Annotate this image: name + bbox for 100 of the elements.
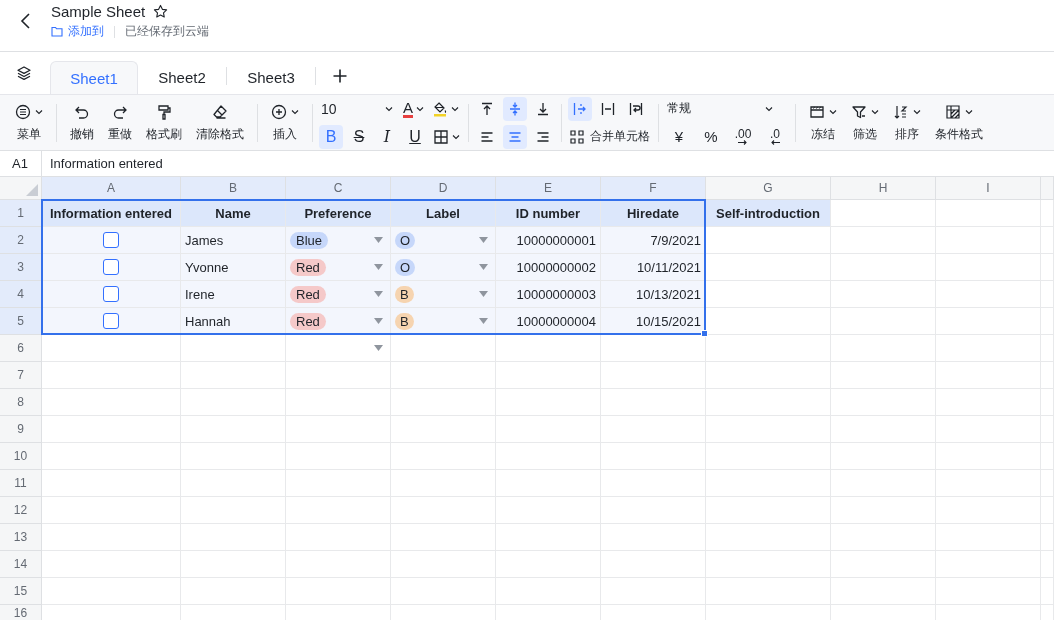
- strike-button[interactable]: S: [347, 124, 371, 149]
- underline-button[interactable]: U: [403, 124, 427, 149]
- row-header[interactable]: 8: [0, 389, 42, 416]
- table-cell: Yvonne: [181, 254, 286, 281]
- number-format-button[interactable]: %: [697, 124, 725, 149]
- dropdown-arrow-icon[interactable]: [479, 291, 488, 297]
- align-middle-icon: [507, 100, 523, 117]
- dropdown-arrow-icon[interactable]: [374, 345, 383, 351]
- column-header[interactable]: [1041, 177, 1054, 200]
- empty-cell[interactable]: [391, 335, 496, 362]
- merge-cells-button[interactable]: 合并单元格: [568, 124, 652, 149]
- row-header[interactable]: 10: [0, 443, 42, 470]
- table-cell: Name: [181, 200, 286, 227]
- format-painter-button[interactable]: 格式刷: [139, 102, 189, 143]
- layers-icon[interactable]: [16, 65, 32, 81]
- plus-circle-icon: [271, 103, 287, 120]
- number-format-button[interactable]: .00: [729, 124, 757, 149]
- row-header[interactable]: 11: [0, 470, 42, 497]
- column-header[interactable]: B: [181, 177, 286, 200]
- sheet-tab[interactable]: Sheet2: [138, 61, 226, 94]
- empty-cell[interactable]: [706, 335, 831, 362]
- column-header[interactable]: E: [496, 177, 601, 200]
- grid-icon: [433, 128, 449, 145]
- column-header[interactable]: D: [391, 177, 496, 200]
- menu-button[interactable]: 菜单: [8, 102, 50, 143]
- filter-button[interactable]: 筛选: [844, 102, 886, 143]
- add-to-link[interactable]: 添加到: [51, 23, 104, 40]
- checkbox[interactable]: [103, 286, 119, 302]
- sheet-tab[interactable]: Sheet3: [227, 61, 315, 94]
- number-format-button[interactable]: .0: [761, 124, 789, 149]
- dropdown-arrow-icon[interactable]: [479, 237, 488, 243]
- column-header[interactable]: I: [936, 177, 1041, 200]
- filter-icon: [851, 103, 867, 120]
- font-size-select[interactable]: 10: [319, 100, 397, 117]
- row-header[interactable]: 9: [0, 416, 42, 443]
- font-color-button[interactable]: A: [401, 96, 426, 121]
- star-icon[interactable]: [153, 4, 169, 19]
- add-sheet-icon[interactable]: [332, 68, 348, 84]
- checkbox[interactable]: [103, 313, 119, 329]
- checkbox[interactable]: [103, 259, 119, 275]
- row-header[interactable]: 6: [0, 335, 42, 362]
- caret-icon: [291, 108, 299, 115]
- column-header[interactable]: G: [706, 177, 831, 200]
- caret-icon: [965, 108, 973, 115]
- row-header[interactable]: 2: [0, 227, 42, 254]
- row-header[interactable]: 13: [0, 524, 42, 551]
- sort-icon: [893, 103, 909, 120]
- conditional-format-button[interactable]: 条件格式: [928, 102, 990, 143]
- empty-cell[interactable]: [181, 335, 286, 362]
- row-header[interactable]: 4: [0, 281, 42, 308]
- redo-button[interactable]: 重做: [101, 102, 139, 143]
- align-bottom-icon: [535, 100, 551, 117]
- number-format-button[interactable]: ¥: [665, 124, 693, 149]
- empty-cell[interactable]: [936, 200, 1041, 227]
- table-cell: 7/9/2021: [601, 227, 706, 254]
- cell-reference: A1: [0, 151, 42, 176]
- eraser-icon: [212, 103, 228, 120]
- freeze-button[interactable]: 冻结: [802, 102, 844, 143]
- caret-icon: [452, 133, 460, 140]
- option-tag: O: [395, 258, 416, 276]
- undo-button[interactable]: 撤销: [63, 102, 101, 143]
- row-header[interactable]: 5: [0, 308, 42, 335]
- select-all-corner[interactable]: [0, 177, 42, 200]
- option-tag: B: [395, 312, 414, 330]
- row-header[interactable]: 12: [0, 497, 42, 524]
- sort-button[interactable]: 排序: [886, 102, 928, 143]
- arrow-left-icon: [770, 140, 780, 145]
- column-header[interactable]: F: [601, 177, 706, 200]
- corner-triangle-icon: [26, 184, 38, 196]
- row-header[interactable]: 1: [0, 200, 42, 227]
- sheet-tab[interactable]: Sheet1: [50, 61, 138, 94]
- row-header[interactable]: 14: [0, 551, 42, 578]
- bold-button[interactable]: B: [319, 124, 343, 149]
- number-format-select[interactable]: 常规: [665, 100, 777, 117]
- dropdown-arrow-icon[interactable]: [374, 237, 383, 243]
- row-header[interactable]: 7: [0, 362, 42, 389]
- table-cell: Hannah: [181, 308, 286, 335]
- empty-cell[interactable]: [496, 335, 601, 362]
- dropdown-arrow-icon[interactable]: [374, 264, 383, 270]
- column-header[interactable]: H: [831, 177, 936, 200]
- back-icon[interactable]: [20, 12, 32, 30]
- empty-cell[interactable]: [286, 335, 391, 362]
- column-header[interactable]: A: [42, 177, 181, 200]
- italic-button[interactable]: I: [375, 124, 399, 149]
- row-header[interactable]: 16: [0, 605, 42, 620]
- clear-format-button[interactable]: 清除格式: [189, 102, 251, 143]
- dropdown-arrow-icon[interactable]: [479, 318, 488, 324]
- dropdown-arrow-icon[interactable]: [374, 318, 383, 324]
- formula-input[interactable]: Information entered: [42, 156, 163, 171]
- column-header[interactable]: C: [286, 177, 391, 200]
- dropdown-arrow-icon[interactable]: [374, 291, 383, 297]
- option-tag: Red: [290, 312, 326, 330]
- insert-button[interactable]: 插入: [264, 102, 306, 143]
- document-title: Sample Sheet: [51, 3, 146, 20]
- dropdown-arrow-icon[interactable]: [479, 264, 488, 270]
- table-cell: ID number: [496, 200, 601, 227]
- row-header[interactable]: 3: [0, 254, 42, 281]
- row-header[interactable]: 15: [0, 578, 42, 605]
- empty-cell[interactable]: [831, 227, 936, 254]
- checkbox[interactable]: [103, 232, 119, 248]
